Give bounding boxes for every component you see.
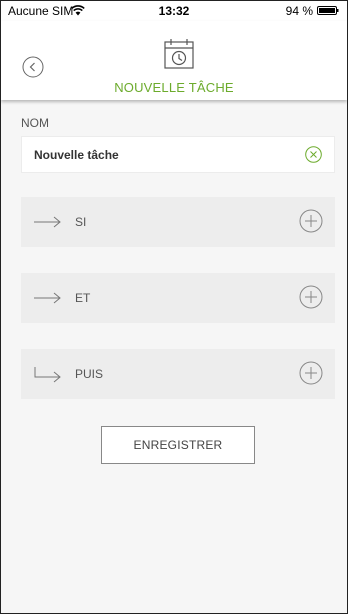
rule-row-puis[interactable]: PUIS — [21, 349, 335, 399]
task-name-field — [21, 136, 335, 173]
name-label: NOM — [21, 116, 49, 130]
rule-label-si: SI — [75, 215, 87, 229]
task-form: NOM SI ET — [1, 100, 347, 613]
rule-label-et: ET — [75, 291, 91, 305]
save-button[interactable]: ENREGISTRER — [101, 426, 255, 464]
calendar-clock-icon — [164, 39, 194, 69]
arrow-right-icon — [34, 292, 61, 304]
add-circle-icon[interactable] — [299, 285, 323, 309]
page-title: NOUVELLE TÂCHE — [114, 80, 234, 95]
add-circle-icon[interactable] — [299, 361, 323, 385]
app-screen: Aucune SIM 13:32 94 % NOUVELLE TÂCHE NOM… — [0, 0, 348, 614]
task-name-input[interactable] — [34, 137, 294, 172]
battery-percentage: 94 % — [285, 4, 313, 18]
add-circle-icon[interactable] — [299, 209, 323, 233]
header-bar: NOUVELLE TÂCHE — [1, 21, 347, 100]
back-button[interactable] — [22, 56, 44, 78]
arrow-right-icon — [34, 216, 61, 228]
rule-row-et[interactable]: ET — [21, 273, 335, 323]
clear-circle-x-icon[interactable] — [305, 146, 322, 163]
rule-row-si[interactable]: SI — [21, 197, 335, 247]
battery-icon — [317, 6, 339, 15]
status-bar: Aucune SIM 13:32 94 % — [1, 1, 347, 21]
rule-label-puis: PUIS — [75, 367, 104, 381]
arrow-return-right-icon — [34, 367, 61, 383]
